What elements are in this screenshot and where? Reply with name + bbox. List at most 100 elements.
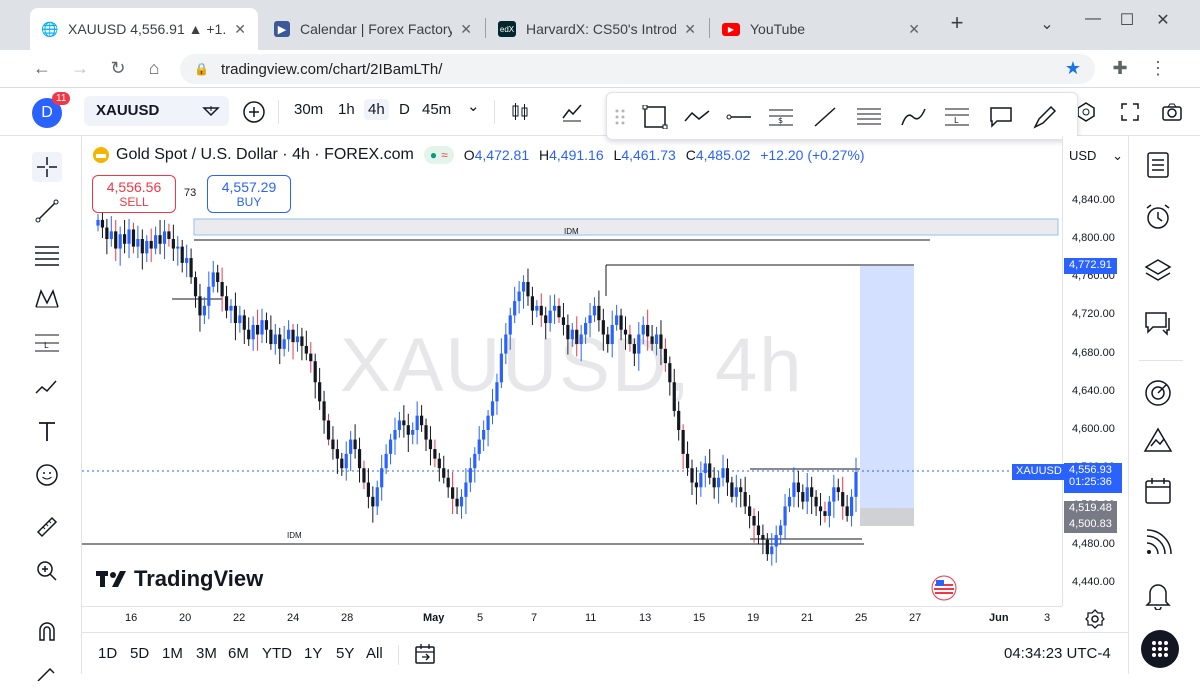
text-tool[interactable]: [32, 416, 62, 446]
range-all[interactable]: All: [366, 645, 383, 662]
prediction-tool[interactable]: [32, 372, 62, 402]
currency-selector[interactable]: USD ⌄: [1069, 148, 1123, 164]
settings-gear-icon[interactable]: [1085, 609, 1105, 629]
extensions-icon[interactable]: ✚: [1108, 58, 1132, 79]
path-tool-icon[interactable]: [683, 105, 711, 129]
range-1d[interactable]: 1D: [98, 645, 117, 662]
tab-xauusd[interactable]: 🌐 XAUUSD 4,556.91 ▲ +1.0 ✕: [30, 8, 258, 50]
candle-body: [357, 449, 362, 469]
camera-icon[interactable]: [1160, 100, 1184, 124]
alarm-clock-icon[interactable]: [1143, 202, 1173, 232]
buy-price: 4,557.29: [221, 179, 277, 195]
layers-icon[interactable]: [1143, 256, 1173, 286]
candles-icon[interactable]: [508, 100, 532, 124]
drag-handle-icon[interactable]: [613, 105, 627, 129]
market-status-icon[interactable]: ● ≈: [423, 146, 454, 164]
forward-icon[interactable]: →: [68, 58, 92, 79]
home-icon[interactable]: ⌂: [142, 58, 166, 79]
fib-tool[interactable]: [32, 240, 62, 270]
watchlist-icon[interactable]: [1143, 150, 1173, 180]
interval-45m[interactable]: 45m: [422, 101, 451, 118]
callout-icon[interactable]: [987, 105, 1015, 129]
measure-tool[interactable]: [32, 512, 62, 542]
range-5y[interactable]: 5Y: [336, 645, 354, 662]
range-1y[interactable]: 1Y: [304, 645, 322, 662]
chat-icon[interactable]: [1143, 308, 1173, 338]
compare-add-icon[interactable]: [242, 100, 266, 124]
fib-retracement-icon[interactable]: $: [767, 105, 795, 129]
back-icon[interactable]: ←: [30, 58, 54, 79]
sell-button[interactable]: 4,556.56 SELL: [92, 175, 176, 213]
address-bar[interactable]: 🔒 tradingview.com/chart/2IBamLTh/ ★: [180, 54, 1095, 84]
bookmark-star-icon[interactable]: ★: [1065, 58, 1081, 79]
idm-top-label[interactable]: IDM: [564, 227, 579, 236]
symbol-dropdown-icon[interactable]: [201, 101, 221, 121]
parallel-channel-icon[interactable]: [855, 105, 883, 129]
tradingview-logo[interactable]: TradingView: [96, 566, 263, 592]
interval-1h[interactable]: 1h: [338, 101, 355, 118]
menu-icon[interactable]: ⋮: [1146, 58, 1170, 79]
new-tab-button[interactable]: +: [942, 10, 972, 36]
fullscreen-icon[interactable]: [1118, 100, 1142, 124]
crosshair-tool[interactable]: [32, 152, 62, 182]
chart-pane[interactable]: XAUUSD, 4h Gold Spot / U.S. Dollar · 4h …: [82, 136, 1062, 606]
range-3m[interactable]: 3M: [196, 645, 217, 662]
interval-30m[interactable]: 30m: [294, 101, 323, 118]
range-6m[interactable]: 6M: [228, 645, 249, 662]
time-axis[interactable]: 16 20 22 24 28 May 5 7 11 13 15 19 21 25 27 Jun 3: [82, 606, 1062, 632]
close-icon[interactable]: ✕: [684, 21, 696, 38]
close-window-icon[interactable]: ✕: [1148, 10, 1178, 30]
maximize-icon[interactable]: ☐: [1112, 10, 1142, 30]
target-icon[interactable]: [1143, 378, 1173, 408]
broadcast-icon[interactable]: [1143, 528, 1173, 558]
close-icon[interactable]: ✕: [234, 21, 246, 38]
candle-body: [801, 492, 805, 502]
close-icon[interactable]: ✕: [908, 21, 920, 38]
legend-title[interactable]: Gold Spot / U.S. Dollar · 4h · FOREX.com: [116, 146, 414, 164]
symbol-search[interactable]: XAUUSD: [84, 96, 229, 126]
buy-button[interactable]: 4,557.29 BUY: [207, 175, 291, 213]
price-axis[interactable]: USD ⌄: [1062, 136, 1128, 606]
interval-4h[interactable]: 4h: [364, 99, 389, 120]
horizontal-ray-icon[interactable]: [725, 105, 753, 129]
candle-body: [539, 305, 543, 316]
range-1m[interactable]: 1M: [162, 645, 183, 662]
apps-button[interactable]: [1141, 630, 1179, 668]
minimize-icon[interactable]: —: [1078, 10, 1108, 28]
ideas-icon[interactable]: [1143, 426, 1173, 456]
fib-icon: [35, 246, 59, 266]
range-5d[interactable]: 5D: [130, 645, 149, 662]
magnet-tool[interactable]: [32, 616, 62, 646]
reload-icon[interactable]: ↻: [106, 58, 130, 79]
tab-search-icon[interactable]: ⌄: [1032, 14, 1062, 34]
chevron-down-icon[interactable]: ⌄: [467, 97, 480, 115]
range-ytd[interactable]: YTD: [262, 645, 292, 662]
curve-tool-icon[interactable]: [899, 105, 927, 129]
close-icon[interactable]: ✕: [460, 21, 472, 38]
emoji-tool[interactable]: [32, 460, 62, 490]
tab-youtube[interactable]: ▶ YouTube ✕: [710, 8, 932, 50]
lock-icon[interactable]: 🔒: [194, 62, 209, 76]
eraser-tool[interactable]: [32, 658, 62, 688]
pattern-tool[interactable]: [32, 284, 62, 314]
avatar[interactable]: D 11: [32, 92, 71, 128]
tab-forex-factory[interactable]: ▶ Calendar | Forex Factory ✕: [262, 8, 484, 50]
trend-line-tool[interactable]: [32, 196, 62, 226]
indicators-icon[interactable]: [560, 100, 584, 124]
bell-icon[interactable]: [1143, 580, 1173, 610]
clock[interactable]: 04:34:23 UTC-4: [1004, 645, 1111, 662]
calendar-icon[interactable]: [1143, 476, 1173, 506]
trend-line-icon[interactable]: [811, 105, 839, 129]
us-flag-icon[interactable]: [931, 575, 957, 601]
candle-body: [393, 430, 397, 440]
interval-d[interactable]: D: [399, 101, 410, 118]
zoom-tool[interactable]: [32, 556, 62, 586]
long-position-icon[interactable]: L: [943, 105, 971, 129]
brush-icon[interactable]: [1031, 105, 1059, 129]
rectangle-tool-icon[interactable]: [641, 105, 669, 129]
forecast-tool[interactable]: L: [32, 328, 62, 358]
tab-harvardx[interactable]: edX HarvardX: CS50's Introdu ✕: [486, 8, 708, 50]
go-to-date-icon[interactable]: [414, 643, 436, 665]
candle-body: [818, 506, 823, 512]
idm-bottom-label[interactable]: IDM: [287, 531, 302, 540]
